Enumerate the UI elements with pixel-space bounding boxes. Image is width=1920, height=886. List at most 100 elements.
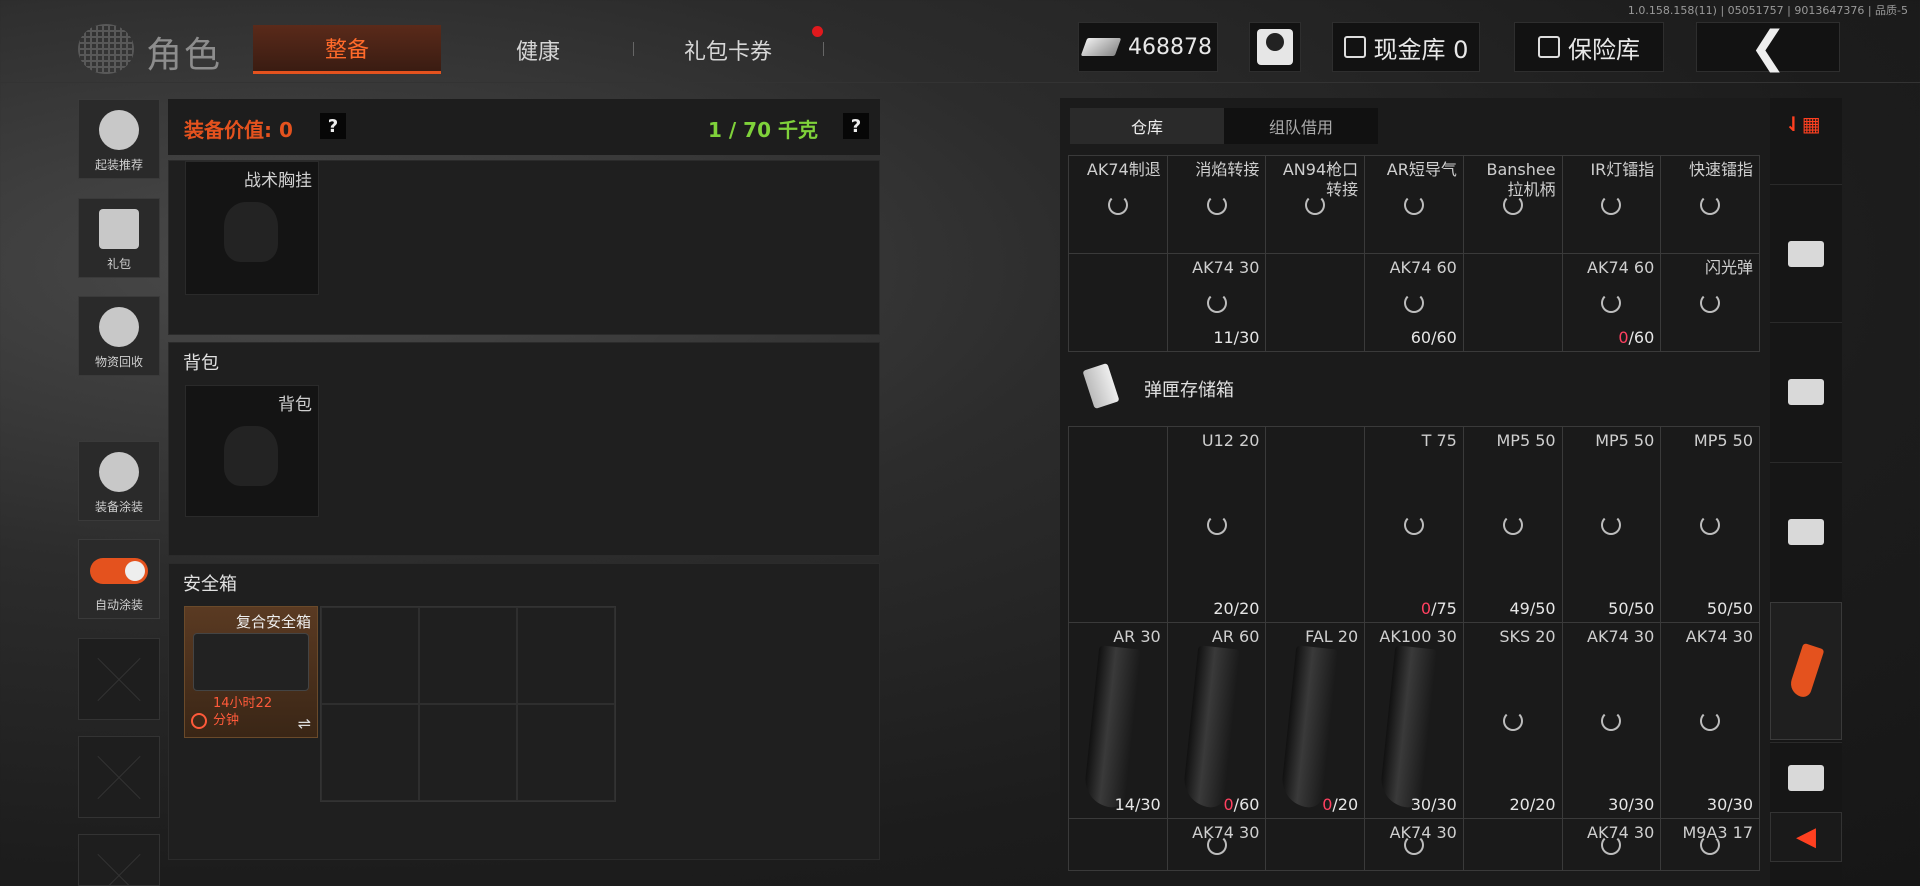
inventory-cell[interactable]	[1266, 254, 1366, 352]
gift-pack-button[interactable]: 礼包	[78, 198, 160, 278]
inventory-cell[interactable]: AR 60 0/60	[1167, 623, 1267, 819]
inventory-cell[interactable]: M9A3 17	[1661, 819, 1760, 871]
loading-icon	[1305, 194, 1326, 215]
inventory-cell[interactable]: AK74制退	[1069, 156, 1168, 254]
category-crate-3[interactable]	[1770, 462, 1842, 600]
section-title: 背包	[183, 353, 219, 374]
category-crate-4[interactable]	[1770, 742, 1842, 812]
cash-vault-icon	[1343, 36, 1366, 58]
auto-skin-toggle[interactable]: 自动涂装	[78, 539, 160, 619]
loading-icon	[1700, 834, 1721, 855]
item-name: FAL 20	[1305, 627, 1359, 646]
loading-icon	[1601, 834, 1622, 855]
inventory-cell[interactable]: MP5 50 50/50	[1661, 427, 1760, 623]
item-count: 30/30	[1410, 795, 1457, 814]
money-amount: 468878	[1128, 34, 1212, 60]
loading-icon	[1502, 710, 1523, 731]
item-count: 30/30	[1608, 795, 1655, 814]
inventory-cell[interactable]: AK74 60 60/60	[1365, 254, 1464, 352]
sidebar-label: 自动涂装	[94, 598, 143, 612]
inventory-cell[interactable]	[1266, 819, 1366, 871]
inventory-cell[interactable]: U12 20 20/20	[1167, 427, 1267, 623]
inventory-cell[interactable]: IR灯镭指	[1562, 156, 1662, 254]
tab-warehouse[interactable]: 仓库	[1070, 108, 1224, 144]
empty-sidebar-slot	[78, 736, 160, 818]
equipment-skin-button[interactable]: 装备涂装	[78, 441, 160, 521]
case-grid-cell[interactable]	[419, 704, 517, 801]
item-name: AR短导气	[1386, 160, 1457, 179]
inventory-cell[interactable]: T 75 0/75	[1365, 427, 1464, 623]
back-button[interactable]: ❮	[1696, 22, 1840, 73]
value-help-icon[interactable]: ?	[320, 113, 346, 139]
clock-icon	[191, 713, 207, 729]
slot-label: 战术胸挂	[244, 171, 312, 191]
loading-icon	[1700, 710, 1721, 731]
inventory-cell[interactable]: SKS 20 20/20	[1463, 623, 1563, 819]
safe-icon	[1538, 36, 1560, 58]
inventory-cell[interactable]: Banshee 拉机柄	[1463, 156, 1563, 254]
inventory-cell[interactable]: AK100 30 30/30	[1365, 623, 1464, 819]
item-name: AK74 30	[1685, 627, 1753, 646]
inventory-cell[interactable]	[1266, 427, 1366, 623]
inventory-cell[interactable]: AK74 30 30/30	[1661, 623, 1760, 819]
category-crate-2[interactable]	[1770, 322, 1842, 460]
inventory-cell[interactable]: MP5 50 50/50	[1562, 427, 1662, 623]
tab-gift-vouchers[interactable]: 礼包卡券	[634, 25, 822, 74]
loadout-recommend-button[interactable]: 起装推荐	[78, 99, 160, 179]
case-grid-cell[interactable]	[419, 607, 517, 704]
tab-prepare[interactable]: 整备	[253, 25, 441, 74]
agent-button[interactable]	[1249, 22, 1301, 72]
inventory-cell[interactable]: 闪光弹	[1661, 254, 1760, 352]
toggle-switch[interactable]	[90, 558, 148, 584]
tab-team-borrow[interactable]: 组队借用	[1224, 108, 1378, 144]
inventory-cell[interactable]: 快速镭指	[1661, 156, 1760, 254]
globe-logo-icon	[78, 24, 134, 74]
item-count: 14/30	[1114, 795, 1161, 814]
case-grid-cell[interactable]	[517, 607, 615, 704]
inventory-cell[interactable]: MP5 50 49/50	[1463, 427, 1563, 623]
magazine-grid: U12 20 20/20 T 75 0/75 MP5 50 49/50 MP5 50 50/5…	[1068, 426, 1760, 871]
sidebar-label: 礼包	[106, 257, 131, 271]
inventory-cell[interactable]: AR 30 14/30	[1069, 623, 1168, 819]
loading-icon	[1403, 514, 1424, 535]
inventory-cell[interactable]	[1463, 254, 1563, 352]
case-grid-cell[interactable]	[321, 704, 419, 801]
case-grid-cell[interactable]	[517, 704, 615, 801]
supply-recycle-button[interactable]: 物资回收	[78, 296, 160, 376]
item-name: AK74制退	[1086, 160, 1161, 179]
gift-icon	[99, 209, 139, 249]
inventory-cell[interactable]	[1069, 819, 1168, 871]
case-grid-cell[interactable]	[321, 607, 419, 704]
inventory-cell[interactable]: FAL 20 0/20	[1266, 623, 1366, 819]
inventory-cell[interactable]: AN94枪口 转接	[1266, 156, 1366, 254]
inventory-cell[interactable]: AR短导气	[1365, 156, 1464, 254]
money-display[interactable]: 468878	[1078, 22, 1218, 72]
backpack-slot[interactable]: 背包	[185, 385, 319, 517]
page-title: 角色	[146, 35, 223, 76]
inventory-cell[interactable]: AK74 30	[1365, 819, 1464, 871]
category-magazines[interactable]	[1770, 602, 1842, 740]
tab-health[interactable]: 健康	[444, 25, 632, 74]
weight-help-icon[interactable]: ?	[843, 113, 869, 139]
inventory-cell[interactable]: AK74 30	[1167, 819, 1267, 871]
insurance-vault-button[interactable]: 保险库	[1514, 22, 1664, 72]
inventory-cell[interactable]: 消焰转接	[1167, 156, 1267, 254]
chest-rig-slot[interactable]: 战术胸挂	[185, 161, 319, 295]
safe-case-slot[interactable]: 复合安全箱 14小时22 分钟 ⇌	[184, 606, 318, 738]
inventory-cell[interactable]	[1463, 819, 1563, 871]
inventory-cell[interactable]	[1069, 254, 1168, 352]
inventory-cell[interactable]: AK74 60 0/60	[1562, 254, 1662, 352]
insurance-vault-label: 保险库	[1568, 35, 1640, 64]
inventory-cell[interactable]: AK74 30 11/30	[1167, 254, 1267, 352]
item-name: MP5 50	[1496, 431, 1556, 450]
loading-icon	[1403, 292, 1424, 313]
category-crate-1[interactable]	[1770, 184, 1842, 322]
inventory-cell[interactable]: AK74 30	[1562, 819, 1662, 871]
item-count: 50/50	[1706, 599, 1753, 618]
cash-vault-button[interactable]: 现金库 0	[1332, 22, 1480, 72]
swap-icon[interactable]: ⇌	[298, 714, 311, 733]
inventory-cell[interactable]: AK74 30 30/30	[1562, 623, 1662, 819]
sort-icon[interactable]: ⇃▦	[1785, 112, 1825, 138]
collapse-button[interactable]: ◀	[1770, 812, 1842, 862]
inventory-cell[interactable]	[1069, 427, 1168, 623]
